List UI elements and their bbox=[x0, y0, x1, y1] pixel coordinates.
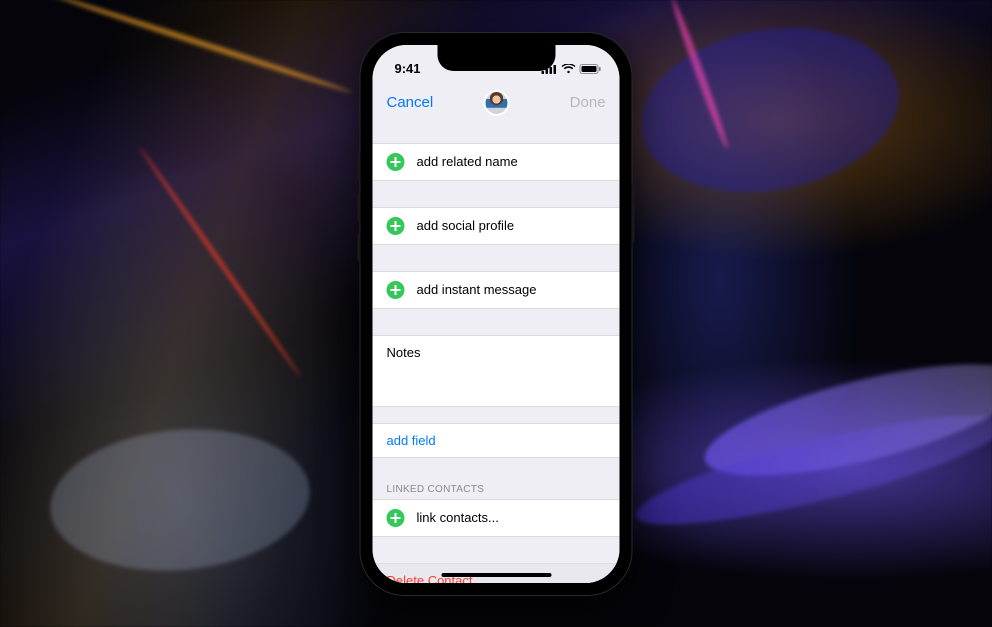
row-label: Notes bbox=[387, 345, 421, 360]
screen: 9:41 Cancel Done add related name add bbox=[373, 45, 620, 583]
plus-icon bbox=[387, 281, 405, 299]
wifi-icon bbox=[562, 64, 576, 74]
add-related-name-row[interactable]: add related name bbox=[373, 143, 620, 181]
status-time: 9:41 bbox=[395, 61, 421, 76]
done-button[interactable]: Done bbox=[570, 94, 606, 111]
link-contacts-row[interactable]: link contacts... bbox=[373, 499, 620, 537]
linked-contacts-header: LINKED CONTACTS bbox=[373, 484, 620, 499]
edit-contact-form[interactable]: add related name add social profile add … bbox=[373, 123, 620, 583]
notch bbox=[437, 45, 555, 71]
plus-icon bbox=[387, 217, 405, 235]
contact-avatar[interactable] bbox=[483, 90, 509, 116]
home-indicator[interactable] bbox=[441, 573, 551, 577]
row-label: add instant message bbox=[417, 282, 537, 297]
add-instant-message-row[interactable]: add instant message bbox=[373, 271, 620, 309]
add-social-profile-row[interactable]: add social profile bbox=[373, 207, 620, 245]
iphone-frame: 9:41 Cancel Done add related name add bbox=[361, 33, 632, 595]
row-label: link contacts... bbox=[417, 510, 499, 525]
plus-icon bbox=[387, 153, 405, 171]
cancel-button[interactable]: Cancel bbox=[387, 94, 434, 111]
notes-field[interactable]: Notes bbox=[373, 335, 620, 407]
plus-icon bbox=[387, 509, 405, 527]
row-label: add field bbox=[387, 433, 436, 448]
add-field-row[interactable]: add field bbox=[373, 423, 620, 458]
row-label: add related name bbox=[417, 154, 518, 169]
nav-bar: Cancel Done bbox=[373, 83, 620, 123]
battery-icon bbox=[580, 64, 602, 74]
row-label: add social profile bbox=[417, 218, 515, 233]
